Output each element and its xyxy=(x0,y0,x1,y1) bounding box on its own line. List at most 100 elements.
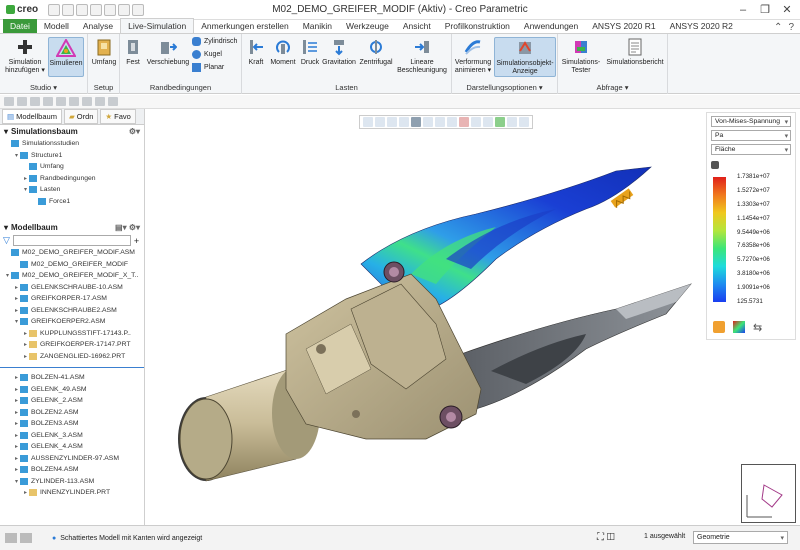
model-tree-item[interactable]: ▸ BOLZEN-41.ASM xyxy=(0,372,144,384)
model-tree-item[interactable]: ▸ BOLZEN2.ASM xyxy=(0,407,144,419)
expand-icon[interactable]: ▸ xyxy=(13,432,20,439)
expand-icon[interactable]: ▾ xyxy=(13,152,20,159)
settings-icon[interactable]: ⚙▾ xyxy=(129,127,140,136)
save-small-icon[interactable] xyxy=(30,97,40,106)
model-tree-item[interactable]: ▾ ZYLINDER-113.ASM xyxy=(0,476,144,488)
expand-icon[interactable]: ▸ xyxy=(22,330,29,337)
help-icon[interactable]: ? xyxy=(788,22,794,33)
regenerate-icon[interactable] xyxy=(118,3,130,16)
refresh-icon[interactable]: ⇆ xyxy=(753,321,762,334)
centrifugal-button[interactable]: Zentrifugal xyxy=(357,37,395,67)
model-tree-item[interactable]: ▸ BOLZEN4.ASM xyxy=(0,464,144,476)
expand-icon[interactable]: ▸ xyxy=(13,284,20,291)
tab-favoriten[interactable]: ★ Favo xyxy=(100,109,136,124)
expand-icon[interactable]: ▸ xyxy=(13,443,20,450)
expand-icon[interactable]: ▾ xyxy=(13,478,20,485)
model-tree-header[interactable]: ▾ Modellbaum ▤▾ ⚙▾ xyxy=(0,221,144,234)
tab-modell[interactable]: Modell xyxy=(37,19,76,33)
simulation-tree-item[interactable]: Simulationsstudien xyxy=(0,138,144,150)
result-type-select[interactable]: Von-Mises-Spannung ▾ xyxy=(711,116,791,127)
simulation-tree-item[interactable]: ▾ Lasten xyxy=(0,184,144,196)
model-tree-item[interactable]: ▸ BOLZEN3.ASM xyxy=(0,418,144,430)
tab-modellbaum[interactable]: ▤ Modellbaum xyxy=(2,109,62,124)
tree-settings-icon[interactable]: ▤▾ ⚙▾ xyxy=(115,223,140,232)
measure-icon[interactable] xyxy=(82,97,92,106)
model-tree-item[interactable]: M02_DEMO_GREIFER_MODIF.ASM xyxy=(0,247,144,259)
undo-small-icon[interactable] xyxy=(43,97,53,106)
save-icon[interactable] xyxy=(76,3,88,16)
displacement-button[interactable]: Verschiebung xyxy=(146,37,190,67)
open-icon[interactable] xyxy=(17,97,27,106)
sketch-icon[interactable] xyxy=(69,97,79,106)
filter-input[interactable] xyxy=(12,235,131,246)
simulate-button[interactable]: Simulieren xyxy=(48,37,84,77)
tab-live-simulation[interactable]: Live-Simulation xyxy=(120,18,195,33)
expand-icon[interactable]: ▸ xyxy=(22,341,29,348)
model-tree-item[interactable]: ▸ GELENK_3.ASM xyxy=(0,430,144,442)
redo-small-icon[interactable] xyxy=(56,97,66,106)
tab-analyse[interactable]: Analyse xyxy=(76,19,120,33)
expand-icon[interactable]: ▸ xyxy=(13,420,20,427)
gravity-button[interactable]: Gravitation xyxy=(322,37,356,67)
close-small-icon[interactable] xyxy=(108,97,118,106)
model-tree-item[interactable]: ▸ GELENKSCHRAUBE-10.ASM xyxy=(0,282,144,294)
model-tree-item[interactable]: ▸ GELENK_49.ASM xyxy=(0,384,144,396)
expand-icon[interactable]: ▸ xyxy=(13,455,20,462)
tab-werkzeuge[interactable]: Werkzeuge xyxy=(339,19,396,33)
close-button[interactable]: ✕ xyxy=(778,2,796,17)
browser-toggle-icon[interactable] xyxy=(20,533,32,543)
simulation-tree-item[interactable]: Force1 xyxy=(0,196,144,208)
new-icon[interactable] xyxy=(4,97,14,106)
tab-ansys-r2[interactable]: ANSYS 2020 R2 xyxy=(663,19,740,33)
color-picker-icon[interactable] xyxy=(713,321,725,333)
graphics-area[interactable] xyxy=(146,109,800,525)
expand-icon[interactable]: ▸ xyxy=(13,295,20,302)
add-simulation-button[interactable]: Simulation hinzufügen ▾ xyxy=(4,37,46,75)
tab-anwendungen[interactable]: Anwendungen xyxy=(517,19,585,33)
linear-acceleration-button[interactable]: Lineare Beschleunigung xyxy=(394,37,450,75)
minimize-button[interactable]: – xyxy=(734,2,752,17)
collapse-legend-icon[interactable] xyxy=(711,161,719,169)
simulation-tree-item[interactable]: ▸ Randbedingungen xyxy=(0,173,144,185)
tab-profilkonstruktion[interactable]: Profilkonstruktion xyxy=(438,19,517,33)
open-file-icon[interactable] xyxy=(62,3,74,16)
expand-icon[interactable]: ▾ xyxy=(4,272,11,279)
undo-icon[interactable] xyxy=(90,3,102,16)
model-tree-item[interactable]: ▸ GELENKSCHRAUBE2.ASM xyxy=(0,305,144,317)
simulation-report-button[interactable]: Simulationsbericht xyxy=(604,37,666,67)
tab-manikin[interactable]: Manikin xyxy=(296,19,339,33)
expand-icon[interactable]: ▸ xyxy=(22,175,29,182)
tab-ansys-r1[interactable]: ANSYS 2020 R1 xyxy=(585,19,662,33)
expand-icon[interactable]: ▸ xyxy=(13,307,20,314)
animate-deformation-button[interactable]: Verformung animieren ▾ xyxy=(454,37,492,75)
model-tree-item[interactable]: ▸ GREIFKOERPER-17147.PRT xyxy=(0,339,144,351)
planar-button[interactable]: Planar xyxy=(192,63,224,72)
tab-datei[interactable]: Datei xyxy=(3,19,37,33)
expand-icon[interactable]: ▸ xyxy=(13,409,20,416)
pressure-button[interactable]: Druck xyxy=(298,37,322,67)
redo-icon[interactable] xyxy=(104,3,116,16)
add-icon[interactable]: + xyxy=(134,236,139,246)
model-tree-item[interactable]: ▸ KUPPLUNGSSTIFT-17143.P.. xyxy=(0,328,144,340)
model-tree-item[interactable]: ▸ GELENK_2.ASM xyxy=(0,395,144,407)
expand-icon[interactable]: ▸ xyxy=(22,489,29,496)
panel-toggle-icon[interactable] xyxy=(5,533,17,543)
force-button[interactable]: Kraft xyxy=(244,37,268,67)
model-tree-item[interactable]: ▸ AUSSENZYLINDER-97.ASM xyxy=(0,453,144,465)
fixed-button[interactable]: Fest xyxy=(122,37,144,67)
model-tree-item[interactable]: ▸ ZANGENGLIED-16962.PRT xyxy=(0,351,144,363)
model-tree-item[interactable]: M02_DEMO_GREIFER_MODIF xyxy=(0,259,144,271)
display-mode-select[interactable]: Fläche ▾ xyxy=(711,144,791,155)
close-window-icon[interactable] xyxy=(132,3,144,16)
expand-icon[interactable]: ▸ xyxy=(13,374,20,381)
model-tree-item[interactable]: ▾ M02_DEMO_GREIFER_MODIF_X_T.. xyxy=(0,270,144,282)
model-tree-item[interactable]: ▾ GREIFKOERPER2.ASM xyxy=(0,316,144,328)
simulation-tree-item[interactable]: ▾ Structure1 xyxy=(0,150,144,162)
unit-select[interactable]: Pa ▾ xyxy=(711,130,791,141)
expand-icon[interactable]: ▸ xyxy=(13,386,20,393)
filter-icon[interactable]: ▽ xyxy=(3,235,10,246)
model-tree-item[interactable]: ▸ GREIFKORPER-17.ASM xyxy=(0,293,144,305)
expand-icon[interactable]: ▸ xyxy=(13,466,20,473)
simulation-tester-button[interactable]: Simulations-Tester xyxy=(560,37,602,75)
ball-button[interactable]: Kugel xyxy=(192,50,222,59)
